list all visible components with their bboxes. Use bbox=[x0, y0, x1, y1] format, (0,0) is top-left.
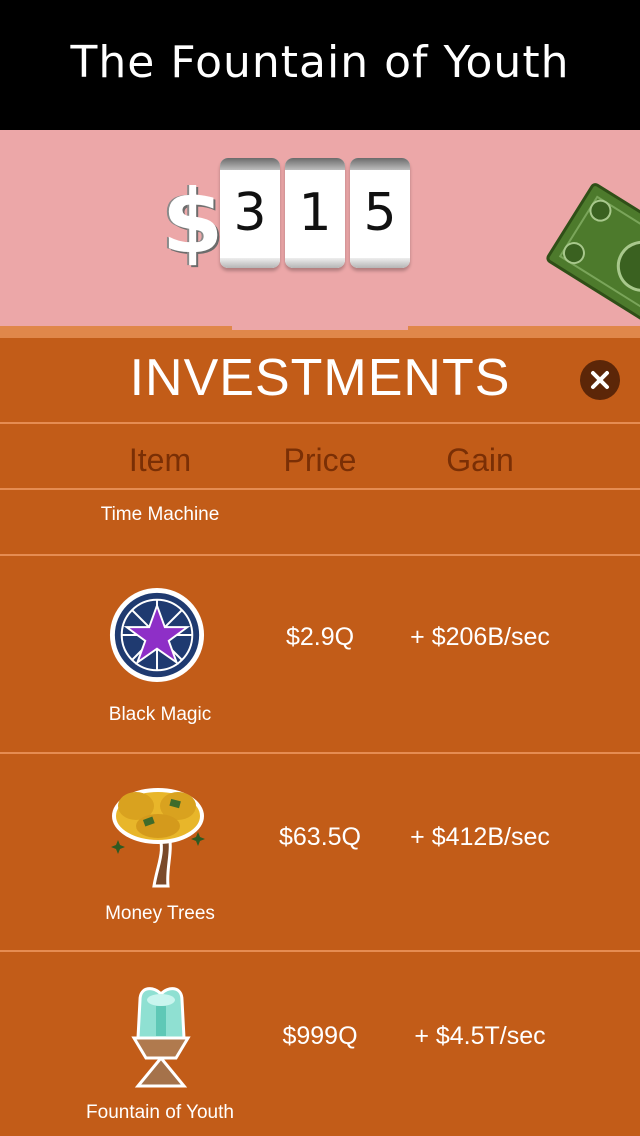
item-name: Black Magic bbox=[108, 704, 212, 725]
item-gain: + $206B/sec bbox=[410, 623, 550, 651]
title-bar: The Fountain of Youth bbox=[0, 0, 640, 130]
currency-symbol: $ bbox=[162, 170, 224, 273]
column-header-price: Price bbox=[283, 442, 357, 478]
pentagram-star-icon bbox=[109, 587, 205, 683]
close-button[interactable] bbox=[580, 360, 620, 400]
app-title: The Fountain of Youth bbox=[70, 36, 570, 88]
investment-row[interactable]: $2.9Q + $206B/sec Black Magic bbox=[0, 556, 640, 752]
money-tree-icon bbox=[111, 788, 205, 888]
item-price: $63.5Q bbox=[278, 823, 361, 851]
money-digit: 1 bbox=[285, 158, 345, 268]
investments-panel: INVESTMENTS Item Price Gain Time Machine… bbox=[0, 338, 640, 1136]
item-name: Fountain of Youth bbox=[86, 1102, 234, 1123]
item-price: $2.9Q bbox=[285, 623, 355, 651]
dollar-bill-icon[interactable] bbox=[540, 172, 640, 328]
panel-heading: INVESTMENTS bbox=[129, 349, 511, 407]
column-header-item: Item bbox=[128, 442, 192, 478]
money-digit: 5 bbox=[350, 158, 410, 268]
money-counter-area: $ 3 1 5 bbox=[0, 130, 640, 328]
item-name: Time Machine bbox=[100, 504, 220, 525]
investment-row[interactable]: $63.5Q + $412B/sec Money Trees bbox=[0, 754, 640, 950]
money-digit: 3 bbox=[220, 158, 280, 268]
item-name: Money Trees bbox=[105, 903, 215, 924]
divider bbox=[0, 422, 640, 424]
counter-divider bbox=[0, 326, 640, 338]
item-gain: + $4.5T/sec bbox=[414, 1022, 546, 1050]
column-header-gain: Gain bbox=[446, 442, 514, 478]
item-price: $999Q bbox=[282, 1022, 358, 1050]
investment-row[interactable]: Time Machine bbox=[0, 488, 640, 554]
item-gain: + $412B/sec bbox=[410, 823, 550, 851]
investment-row[interactable]: $999Q + $4.5T/sec Fountain of Youth bbox=[0, 952, 640, 1136]
close-icon bbox=[591, 371, 609, 389]
fountain-icon bbox=[131, 987, 191, 1088]
